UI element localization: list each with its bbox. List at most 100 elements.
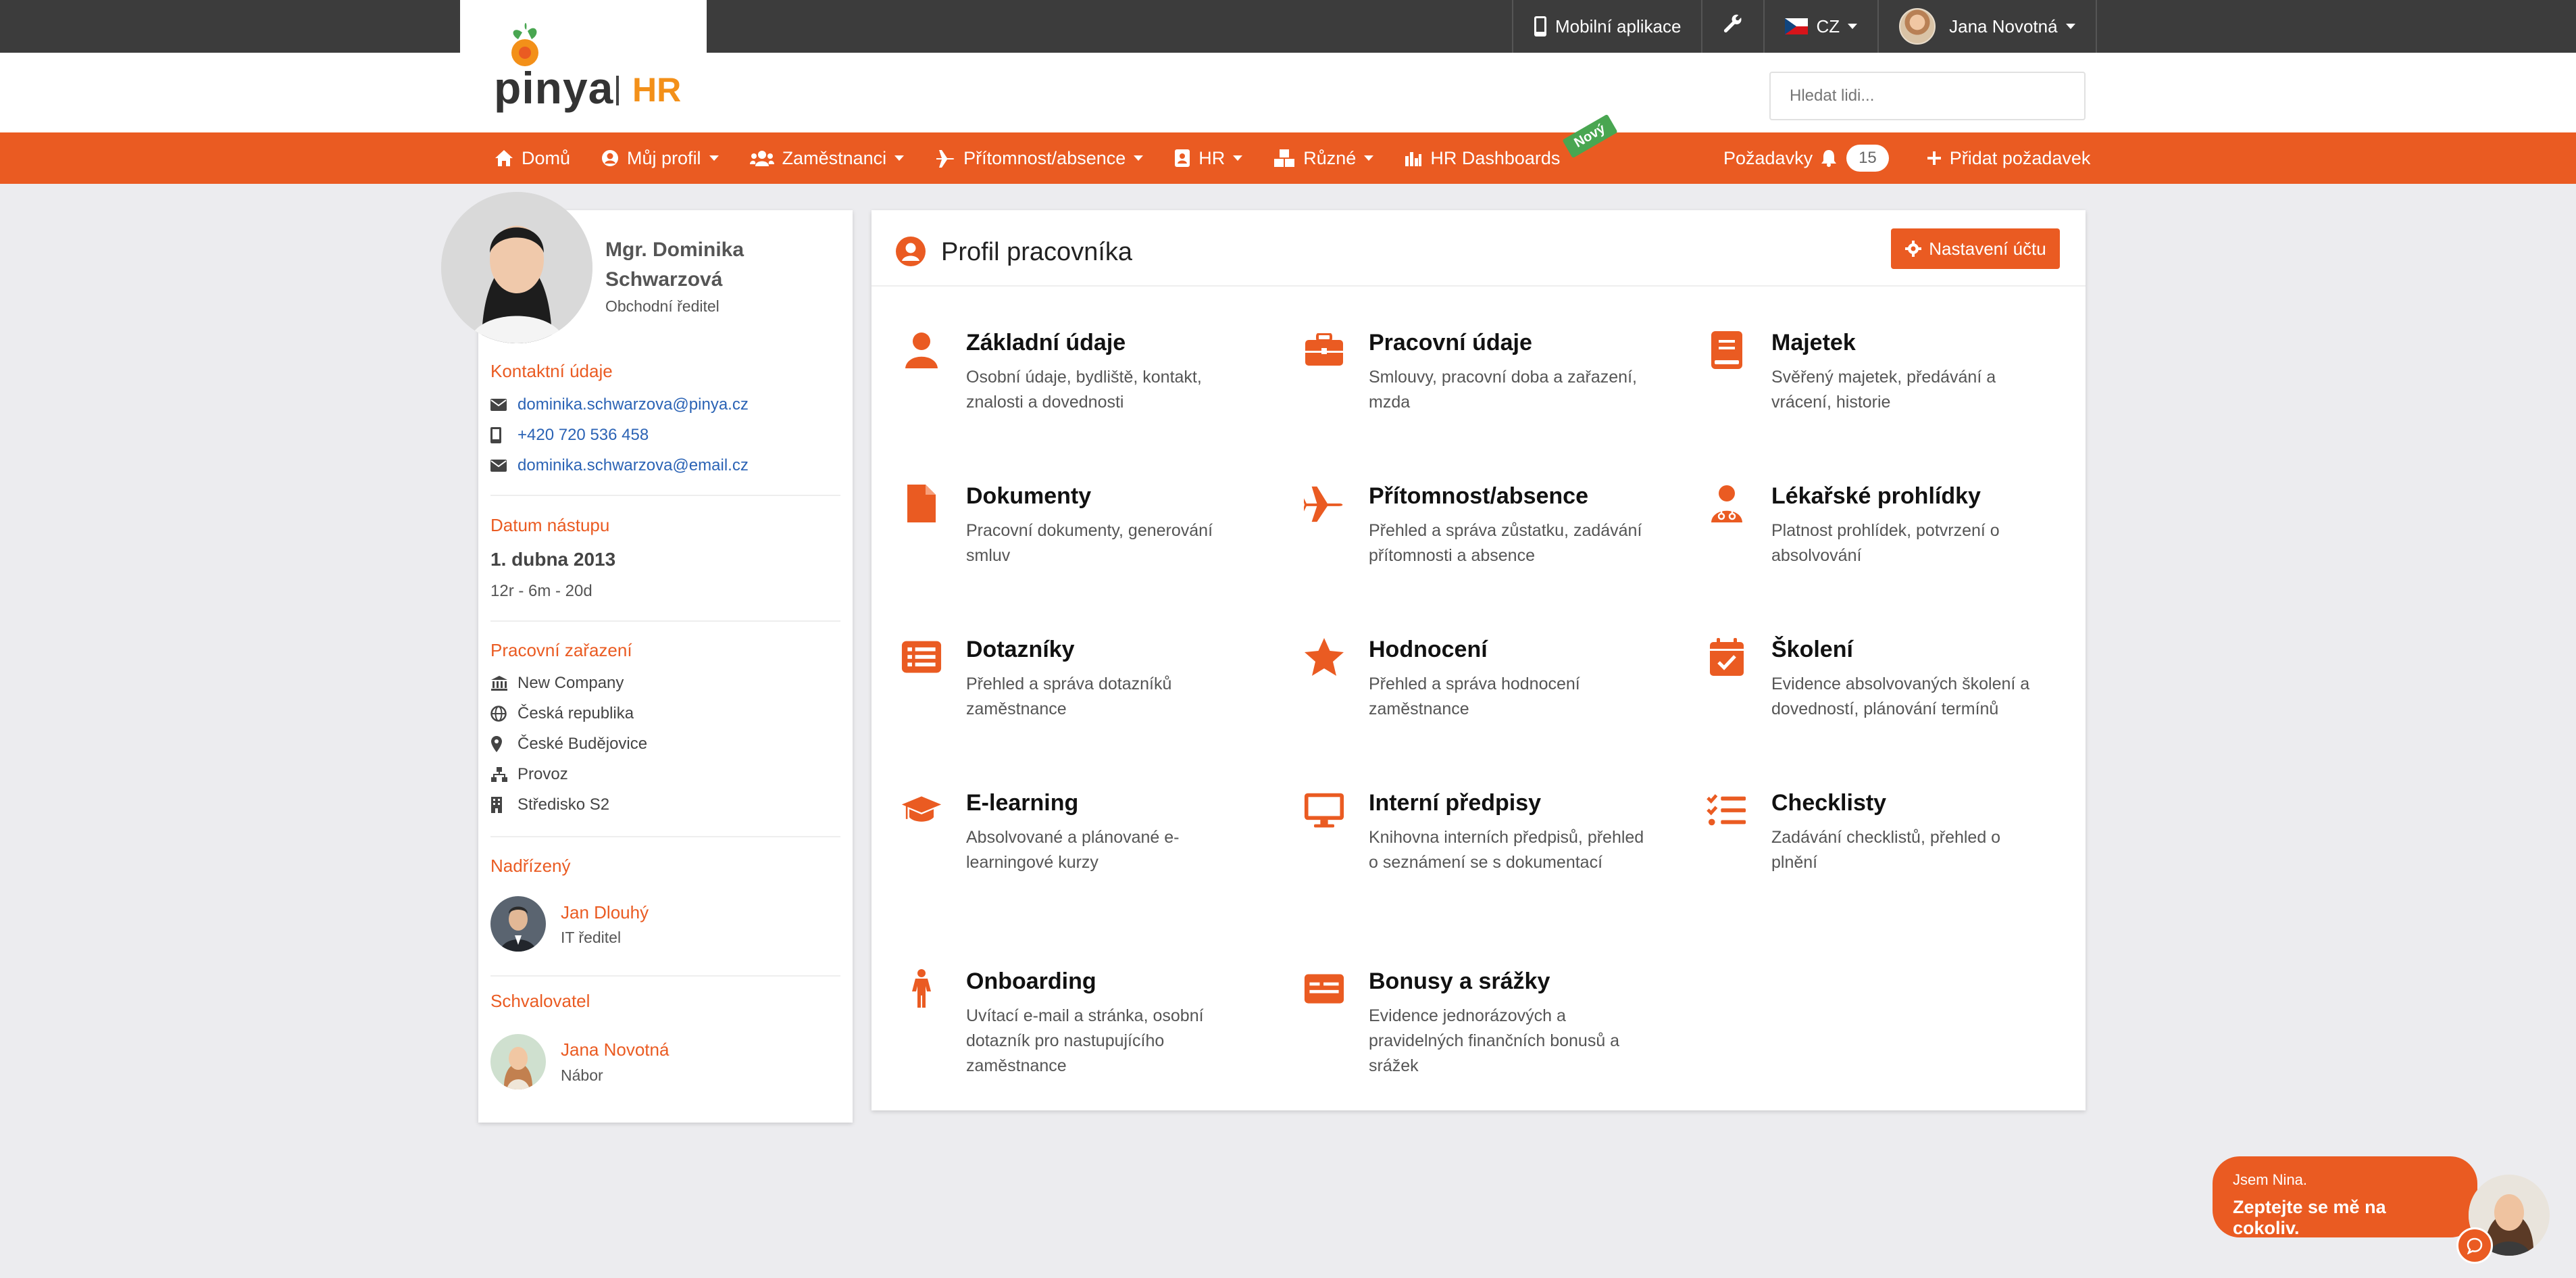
building-icon: [490, 796, 511, 814]
plane-icon: [1304, 483, 1344, 524]
nav-item-label: HR Dashboards: [1430, 147, 1561, 168]
employee-role: Obchodní ředitel: [605, 297, 719, 315]
country-name: Česká republika: [517, 704, 634, 722]
logo-hr-text: HR: [632, 71, 682, 109]
chevron-down-icon: [2065, 24, 2075, 29]
logo-separator: [616, 76, 619, 105]
graduation-cap-icon: [901, 790, 942, 831]
list-icon: [901, 637, 942, 677]
tile-title: Dokumenty: [966, 483, 1092, 509]
top-bar-menu: Mobilní aplikace CZ Jana Novotná: [1512, 0, 2097, 53]
tools-button[interactable]: [1701, 0, 1763, 53]
tile-description: Knihovna interních předpisů, přehled o s…: [1369, 828, 1644, 872]
language-label: CZ: [1816, 16, 1840, 36]
chat-bubble[interactable]: Jsem Nina. Zeptejte se mě na cokoliv.: [2213, 1156, 2477, 1238]
requests-link[interactable]: Požadavky 15: [1723, 145, 1889, 172]
avatar: [441, 192, 592, 343]
home-icon: [495, 149, 513, 167]
calendar-check-icon: [1707, 637, 1747, 677]
chevron-down-icon: [1848, 24, 1858, 29]
superior-section-title: Nadřízený: [490, 856, 571, 876]
top-bar: Mobilní aplikace CZ Jana Novotná: [0, 0, 2576, 53]
superior-name-link[interactable]: Jan Dlouhý: [561, 902, 649, 923]
department-name: Provoz: [517, 765, 568, 783]
monitor-icon: [1304, 790, 1344, 831]
bar-chart-icon: [1405, 149, 1422, 167]
page-title: Profil pracovníka: [941, 238, 1133, 266]
sitemap-icon: [490, 766, 511, 783]
tile-title: Majetek: [1771, 330, 1856, 355]
plane-icon: [935, 149, 955, 168]
tile-title: E-learning: [966, 790, 1079, 816]
nav-item-my-profile[interactable]: Můj profil: [601, 148, 719, 169]
checklist-icon: [1707, 790, 1747, 831]
tile-title: Interní předpisy: [1369, 790, 1542, 816]
book-icon: [1707, 330, 1747, 370]
language-selector[interactable]: CZ: [1763, 0, 1877, 53]
requests-count-badge: 15: [1846, 145, 1889, 172]
chat-icon[interactable]: [2456, 1227, 2493, 1264]
chevron-down-icon: [894, 155, 905, 161]
email-row-secondary[interactable]: dominika.schwarzova@email.cz: [490, 456, 749, 475]
nav-item-hr[interactable]: HR: [1174, 148, 1243, 169]
phone-row[interactable]: +420 720 536 458: [490, 426, 649, 445]
plus-icon: [1927, 151, 1942, 166]
nav-item-employees[interactable]: Zaměstnanci: [749, 147, 905, 169]
tile-title: Přítomnost/absence: [1369, 483, 1588, 509]
users-icon: [749, 149, 774, 167]
company-row: New Company: [490, 674, 624, 693]
cubes-icon: [1273, 149, 1295, 168]
department-row: Provoz: [490, 765, 568, 784]
file-icon: [901, 483, 942, 524]
nav-item-attendance[interactable]: Přítomnost/absence: [935, 148, 1144, 169]
chat-intro: Jsem Nina.: [2233, 1171, 2308, 1188]
envelope-icon: [490, 399, 511, 411]
country-row: Česká republika: [490, 704, 634, 723]
add-request-button[interactable]: Přidat požadavek: [1927, 148, 2090, 169]
divider: [872, 285, 2086, 287]
mobile-app-link[interactable]: Mobilní aplikace: [1512, 0, 1701, 53]
czech-flag-icon: [1785, 18, 1809, 34]
email-link[interactable]: dominika.schwarzova@pinya.cz: [517, 395, 749, 414]
divider: [490, 495, 840, 496]
account-settings-button[interactable]: Nastavení účtu: [1891, 228, 2060, 269]
nav-item-home[interactable]: Domů: [495, 148, 570, 169]
center-name: Středisko S2: [517, 795, 610, 814]
tile-title: Hodnocení: [1369, 637, 1488, 662]
divider: [490, 836, 840, 837]
globe-icon: [490, 706, 511, 722]
bank-icon: [490, 675, 511, 691]
wrench-icon: [1723, 14, 1743, 39]
tile-description: Absolvované a plánované e-learningové ku…: [966, 828, 1180, 872]
email-link-secondary[interactable]: dominika.schwarzova@email.cz: [517, 456, 749, 475]
phone-link[interactable]: +420 720 536 458: [517, 426, 649, 445]
company-name: New Company: [517, 674, 624, 692]
approver-name-link[interactable]: Jana Novotná: [561, 1039, 669, 1060]
tile-description: Evidence absolvovaných školení a dovedno…: [1771, 674, 2030, 718]
nav-item-hr-dashboards[interactable]: HR Dashboards: [1405, 148, 1560, 169]
chevron-down-icon: [1364, 155, 1374, 161]
tile-description: Smlouvy, pracovní doba a zařazení, mzda: [1369, 368, 1637, 412]
profile-sidebar-card: [478, 210, 853, 1123]
mobile-phone-icon: [1534, 16, 1547, 37]
nav-item-label: Zaměstnanci: [782, 147, 887, 168]
tile-description: Pracovní dokumenty, generování smluv: [966, 521, 1213, 565]
logo-text: pinya: [494, 63, 614, 113]
avatar: [490, 896, 546, 952]
search-input[interactable]: [1769, 72, 2086, 120]
chat-prompt: Zeptejte se mě na cokoliv.: [2233, 1197, 2386, 1238]
email-row[interactable]: dominika.schwarzova@pinya.cz: [490, 395, 749, 414]
contact-section-title: Kontaktní údaje: [490, 361, 613, 381]
tile-title: Dotazníky: [966, 637, 1075, 662]
tile-description: Přehled a správa zůstatku, zadávání přít…: [1369, 521, 1642, 565]
employment-duration: 12r - 6m - 20d: [490, 582, 592, 600]
user-circle-icon: [601, 149, 619, 167]
user-menu[interactable]: Jana Novotná: [1877, 0, 2097, 53]
nav-item-label: Domů: [522, 147, 571, 168]
start-date: 1. dubna 2013: [490, 549, 616, 570]
user-name: Jana Novotná: [1949, 16, 2058, 36]
divider: [490, 975, 840, 977]
nav-item-misc[interactable]: Různé: [1273, 148, 1374, 169]
tile-title: Onboarding: [966, 968, 1096, 994]
tile-title: Základní údaje: [966, 330, 1126, 355]
